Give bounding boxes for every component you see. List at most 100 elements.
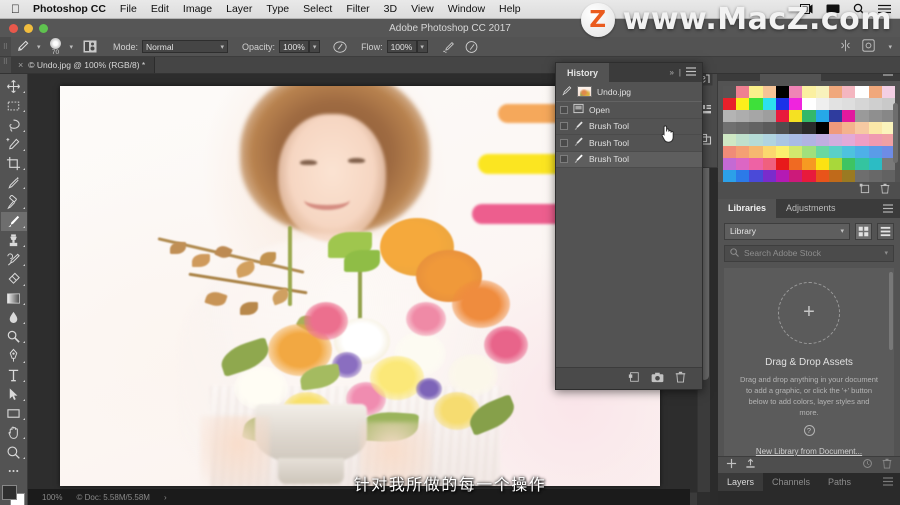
history-state-row[interactable]: Open (556, 102, 702, 119)
rectangular-marquee-tool[interactable] (1, 96, 27, 115)
layers-panel-body[interactable] (718, 490, 900, 505)
options-bar-overflow-icon[interactable]: ▾ (888, 43, 892, 51)
blur-tool[interactable] (1, 308, 27, 327)
history-source-checkbox[interactable] (560, 122, 568, 131)
color-swatch[interactable] (789, 109, 803, 122)
color-swatch[interactable] (868, 169, 882, 182)
tab-libraries[interactable]: Libraries (718, 198, 777, 218)
color-swatch[interactable] (842, 109, 856, 122)
color-swatch[interactable] (828, 109, 843, 122)
current-tool-icon[interactable]: ▾ (11, 37, 45, 56)
color-swatch[interactable] (789, 157, 803, 170)
color-swatches[interactable] (1, 484, 26, 505)
color-swatch[interactable] (723, 145, 737, 158)
history-source-checkbox[interactable] (560, 138, 568, 147)
new-swatch-icon[interactable] (859, 181, 870, 199)
brush-preset-caret-icon[interactable]: ▾ (70, 43, 74, 51)
history-snapshot-icon[interactable] (560, 85, 572, 99)
color-swatch[interactable] (802, 145, 816, 158)
tablet-pressure-icon[interactable] (862, 39, 876, 54)
menu-app-name[interactable]: Photoshop CC (33, 3, 106, 15)
color-swatch[interactable] (762, 109, 776, 122)
color-swatch[interactable] (842, 145, 856, 158)
zoom-tool[interactable] (1, 442, 27, 461)
color-swatch[interactable] (775, 121, 790, 134)
color-swatch[interactable] (749, 145, 763, 158)
color-swatch[interactable] (749, 85, 763, 98)
color-swatch[interactable] (868, 157, 882, 170)
eraser-tool[interactable] (1, 269, 27, 288)
rectangle-tool[interactable] (1, 404, 27, 423)
libraries-scrollbar[interactable] (889, 271, 893, 350)
opacity-caret-button[interactable]: ▾ (309, 40, 321, 53)
history-snapshot-row[interactable]: Undo.jpg (556, 82, 702, 102)
color-swatch[interactable] (802, 169, 816, 182)
flow-input[interactable]: 100% (386, 40, 417, 53)
search-adobe-stock-field[interactable]: Search Adobe Stock ▾ (724, 244, 894, 262)
color-swatch[interactable] (828, 157, 843, 170)
menu-type[interactable]: Type (266, 3, 289, 15)
history-state-row[interactable]: Brush Tool (556, 119, 702, 135)
opacity-input[interactable]: 100% (279, 40, 310, 53)
spotlight-search-icon[interactable] (853, 3, 865, 15)
color-swatch[interactable] (762, 157, 776, 170)
tab-layers[interactable]: Layers (718, 472, 764, 491)
menu-3d[interactable]: 3D (384, 3, 397, 15)
panel-menu-icon[interactable] (883, 199, 900, 218)
color-swatch[interactable] (828, 145, 843, 158)
screen-share-icon[interactable] (800, 4, 813, 14)
menu-file[interactable]: File (120, 3, 137, 15)
options-bar-grip[interactable]: ⠿ (0, 37, 11, 56)
menu-filter[interactable]: Filter (346, 3, 369, 15)
history-state-list[interactable]: Undo.jpg Open Brush Tool Brush Tool Brus… (556, 82, 702, 367)
color-swatch[interactable] (775, 97, 790, 110)
color-swatch[interactable] (855, 109, 869, 122)
color-swatch[interactable] (802, 157, 816, 170)
menu-edit[interactable]: Edit (151, 3, 169, 15)
color-swatch[interactable] (868, 145, 882, 158)
path-selection-tool[interactable] (1, 385, 27, 404)
color-swatch[interactable] (775, 157, 790, 170)
color-swatch[interactable] (775, 133, 790, 146)
color-swatch[interactable] (723, 97, 737, 110)
color-swatch[interactable] (868, 97, 882, 110)
color-swatch[interactable] (723, 85, 737, 98)
color-swatch[interactable] (868, 121, 882, 134)
quick-selection-tool[interactable] (1, 135, 27, 154)
delete-state-icon[interactable] (675, 370, 686, 388)
menu-image[interactable]: Image (183, 3, 212, 15)
zoom-level[interactable]: 100% (42, 493, 62, 502)
swatches-grid[interactable] (723, 85, 895, 182)
delete-swatch-icon[interactable] (880, 181, 890, 199)
color-swatch[interactable] (789, 169, 803, 182)
color-swatch[interactable] (789, 133, 803, 146)
color-swatch[interactable] (815, 109, 829, 122)
gradient-tool[interactable] (1, 289, 27, 308)
color-swatch[interactable] (815, 97, 829, 110)
color-swatch[interactable] (762, 121, 776, 134)
eyedropper-tool[interactable] (1, 173, 27, 192)
color-swatch[interactable] (828, 133, 843, 146)
color-swatch[interactable] (775, 145, 790, 158)
color-swatch[interactable] (842, 97, 856, 110)
color-swatch[interactable] (881, 169, 895, 182)
color-swatch[interactable] (802, 85, 816, 98)
menu-layer[interactable]: Layer (226, 3, 252, 15)
pen-tool[interactable] (1, 346, 27, 365)
color-swatch[interactable] (736, 145, 750, 158)
color-swatch[interactable] (802, 109, 816, 122)
color-swatch[interactable] (828, 97, 843, 110)
color-swatch[interactable] (736, 85, 750, 98)
tab-bar-grip[interactable]: ⠿ (0, 57, 11, 73)
hand-tool[interactable] (1, 423, 27, 442)
list-view-icon[interactable] (877, 222, 894, 240)
add-asset-icon[interactable]: + (778, 281, 840, 344)
chevron-down-icon[interactable]: ▾ (884, 249, 888, 257)
edit-toolbar-button[interactable] (1, 462, 27, 481)
help-icon[interactable]: ? (803, 424, 815, 436)
color-swatch[interactable] (723, 121, 737, 134)
close-tab-icon[interactable]: × (18, 60, 23, 70)
brush-size-preview[interactable]: 70 (45, 37, 67, 57)
color-swatch[interactable] (762, 133, 776, 146)
menu-view[interactable]: View (411, 3, 434, 15)
